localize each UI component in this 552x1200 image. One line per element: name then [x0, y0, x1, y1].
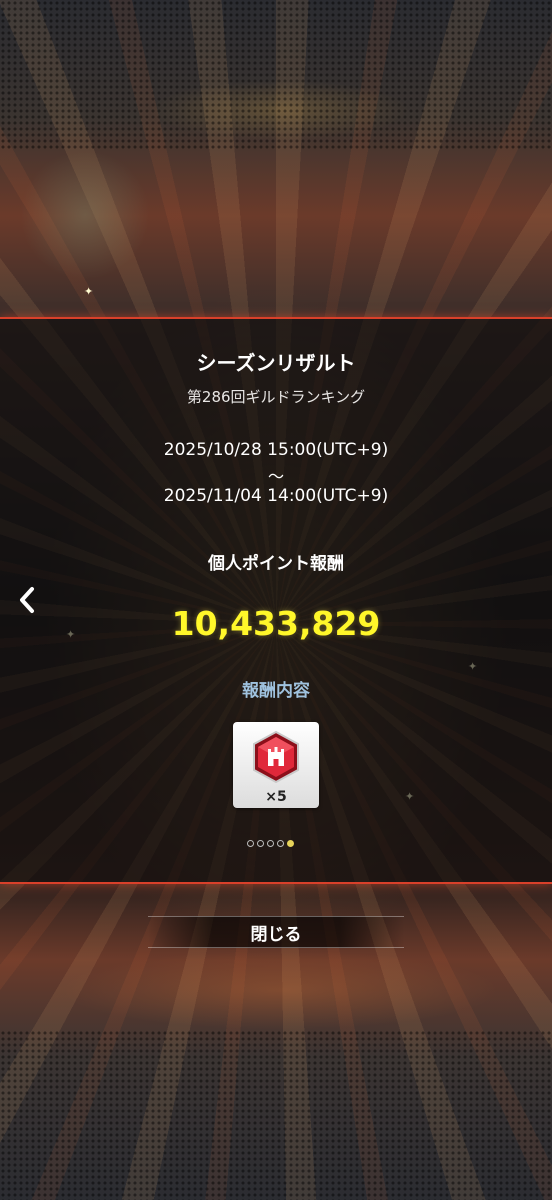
period-start: 2025/10/28 15:00(UTC+9) [163, 440, 389, 460]
reward-quantity: ×5 [265, 789, 287, 805]
page-indicator [247, 840, 294, 847]
reward-label: 報酬内容 [242, 681, 310, 701]
ranking-name: 第286回ギルドランキング [186, 388, 366, 406]
period-separator: 〜 [267, 467, 284, 486]
background-dot-pattern [0, 0, 552, 150]
previous-page-arrow-icon[interactable] [14, 584, 40, 616]
page-dot [277, 840, 284, 847]
points-value: 10,433,829 [171, 604, 381, 643]
sparkle-icon: ✦ [84, 285, 94, 298]
season-result-screen: ✦ ✦ ✦ ✦ シーズンリザルト 第286回ギルドランキング 2025/10/2… [0, 0, 552, 1200]
red-hexagon-castle-gem-icon [253, 730, 299, 784]
reward-item-card[interactable]: ×5 [233, 722, 319, 808]
page-dot [257, 840, 264, 847]
background-blur [20, 150, 150, 280]
points-label: 個人ポイント報酬 [208, 554, 344, 574]
page-dot [267, 840, 274, 847]
page-dot-active [287, 840, 294, 847]
close-button[interactable]: 閉じる [148, 916, 404, 948]
page-dot [247, 840, 254, 847]
panel-title: シーズンリザルト [196, 351, 356, 375]
background-dot-pattern [0, 1030, 552, 1200]
close-button-label: 閉じる [250, 924, 302, 945]
background-blur [60, 950, 500, 1030]
period-end: 2025/11/04 14:00(UTC+9) [163, 486, 389, 506]
